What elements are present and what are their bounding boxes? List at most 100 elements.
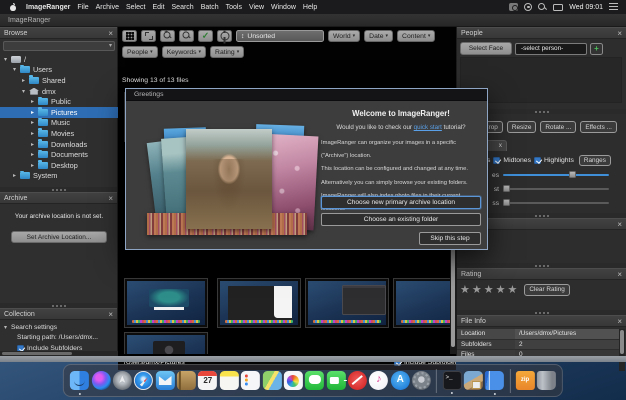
date-filter-button[interactable]: Date▾	[364, 30, 393, 42]
close-icon[interactable]: ×	[108, 309, 113, 320]
tree-item-movies[interactable]: ▸Movies	[0, 128, 118, 139]
chevron-down-icon[interactable]: ▾	[4, 324, 11, 331]
photos-icon[interactable]	[284, 371, 303, 390]
tree-item-dmx[interactable]: ▾dmx	[0, 86, 118, 97]
zoom-in-button[interactable]	[160, 30, 175, 42]
tree-item-downloads[interactable]: ▸Downloads	[0, 139, 118, 150]
close-icon[interactable]: ×	[617, 269, 622, 280]
chevron-down-icon[interactable]: ▾	[4, 56, 11, 63]
maps-icon[interactable]	[262, 371, 281, 390]
apple-logo-icon[interactable]	[9, 3, 17, 11]
chevron-right-icon[interactable]: ▸	[13, 172, 20, 179]
chevron-right-icon[interactable]: ▸	[31, 130, 38, 137]
thumbnail-dark-window[interactable]	[305, 278, 389, 328]
thumbnail-desktop-turtle[interactable]	[124, 278, 208, 328]
tree-item-documents[interactable]: ▸Documents	[0, 149, 118, 160]
close-icon[interactable]: ×	[108, 193, 113, 204]
ranges-button[interactable]: Ranges	[579, 155, 611, 166]
finder-icon[interactable]	[70, 371, 89, 390]
chevron-right-icon[interactable]: ▸	[31, 162, 38, 169]
chevron-right-icon[interactable]: ▸	[31, 151, 38, 158]
display-icon[interactable]	[553, 4, 563, 11]
dialog-title[interactable]: Greetings	[126, 89, 487, 101]
choose-existing-folder-button[interactable]: Choose an existing folder	[321, 213, 481, 226]
menu-item-view[interactable]: View	[249, 4, 264, 11]
select-button[interactable]: ✓	[198, 30, 213, 42]
slider-handle[interactable]	[569, 171, 576, 178]
resize-button[interactable]: Resize	[507, 121, 537, 133]
menu-item-edit[interactable]: Edit	[152, 4, 164, 11]
trash-icon[interactable]	[537, 371, 556, 390]
keywords-filter-button[interactable]: Keywords▾	[162, 46, 206, 58]
clear-rating-button[interactable]: Clear Rating	[524, 284, 570, 296]
system-preferences-icon[interactable]	[412, 371, 431, 390]
quick-start-link[interactable]: quick start	[414, 124, 442, 131]
thumbnail-devices-page[interactable]	[217, 278, 301, 328]
itunes-icon[interactable]	[369, 371, 388, 390]
grid-view-button[interactable]	[122, 30, 137, 42]
contacts-icon[interactable]	[177, 371, 196, 390]
file-info-scrollbar[interactable]	[619, 329, 625, 371]
people-filter-button[interactable]: People▾	[122, 46, 158, 58]
tree-item-public[interactable]: ▸Public	[0, 96, 118, 107]
tree-item-music[interactable]: ▸Music	[0, 118, 118, 129]
menu-item-select[interactable]: Select	[126, 4, 145, 11]
add-person-button[interactable]: +	[590, 43, 603, 55]
menu-item-tools[interactable]: Tools	[226, 4, 242, 11]
siri-icon[interactable]	[91, 371, 110, 390]
skip-this-step-button[interactable]: Skip this step	[419, 232, 481, 245]
reminders-icon[interactable]	[241, 371, 260, 390]
close-icon[interactable]: ×	[617, 28, 622, 39]
calendar-icon[interactable]: 27	[198, 371, 217, 390]
collection-search-settings[interactable]: ▾Search settings	[0, 322, 118, 333]
news-icon[interactable]	[348, 371, 367, 390]
window-bottom-edge[interactable]	[0, 356, 626, 362]
record-icon[interactable]	[524, 3, 532, 11]
chevron-right-icon[interactable]: ▸	[31, 109, 38, 116]
app-store-icon[interactable]	[391, 371, 410, 390]
set-archive-location-button[interactable]: Set Archive Location...	[11, 231, 107, 243]
menu-item-app[interactable]: ImageRanger	[26, 4, 70, 11]
notes-icon[interactable]	[220, 371, 239, 390]
world-filter-button[interactable]: World▾	[328, 30, 360, 42]
slider-track[interactable]	[503, 188, 609, 190]
tree-item-desktop[interactable]: ▸Desktop	[0, 160, 118, 171]
sort-dropdown[interactable]: ↕Unsorted	[236, 30, 324, 42]
menu-clock[interactable]: Wed 09:01	[569, 4, 603, 11]
tree-item-system[interactable]: ▸System	[0, 171, 118, 182]
select-face-button[interactable]: Select Face	[460, 42, 512, 55]
chevron-down-icon[interactable]: ▾	[13, 66, 20, 73]
launchpad-icon[interactable]	[113, 371, 132, 390]
safari-icon[interactable]	[134, 371, 153, 390]
thumbnail-login-screen[interactable]	[124, 332, 208, 354]
thumbnail[interactable]	[393, 278, 450, 328]
chevron-right-icon[interactable]: ▸	[22, 77, 29, 84]
tree-item-shared[interactable]: ▸Shared	[0, 75, 118, 86]
terminal-icon[interactable]: >_	[442, 371, 461, 390]
rating-filter-button[interactable]: Rating▾	[210, 46, 244, 58]
close-icon[interactable]: ×	[108, 28, 113, 39]
person-select[interactable]: -select person-	[515, 43, 587, 55]
zoom-out-button[interactable]	[179, 30, 194, 42]
menu-item-file[interactable]: File	[77, 4, 88, 11]
facetime-icon[interactable]	[327, 371, 346, 390]
slider-track[interactable]	[503, 174, 609, 176]
tree-item-root[interactable]: ▾/	[0, 54, 118, 65]
chevron-right-icon[interactable]: ▸	[31, 119, 38, 126]
imageranger-app-icon[interactable]	[464, 371, 483, 390]
chevron-down-icon[interactable]: ▾	[22, 88, 29, 95]
tree-item-users[interactable]: ▾Users	[0, 65, 118, 76]
spotlight-icon[interactable]	[538, 3, 547, 12]
mail-icon[interactable]	[156, 371, 175, 390]
tree-item-pictures[interactable]: ▸Pictures	[0, 107, 118, 118]
effects-button[interactable]: Effects ...	[580, 121, 617, 133]
focus-button[interactable]	[217, 30, 232, 42]
chevron-right-icon[interactable]: ▸	[31, 98, 38, 105]
notification-center-icon[interactable]	[609, 3, 618, 11]
chevron-right-icon[interactable]: ▸	[31, 141, 38, 148]
slider-handle[interactable]	[503, 199, 510, 206]
dictionary-icon[interactable]	[485, 371, 504, 390]
highlights-checkbox[interactable]	[534, 157, 541, 164]
close-icon[interactable]: ×	[617, 219, 622, 230]
browse-filter-combo[interactable]	[3, 41, 115, 51]
